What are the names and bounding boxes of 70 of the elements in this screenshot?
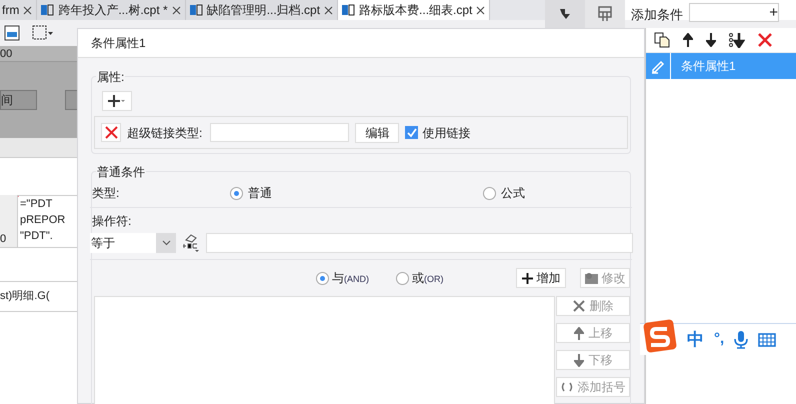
arrow-up-icon[interactable] (683, 33, 693, 47)
file-icon (190, 4, 203, 16)
radio-button[interactable] (483, 186, 496, 200)
tab-label: frm (2, 2, 20, 19)
logo-icon[interactable] (643, 318, 677, 354)
table-cell: 0 (0, 195, 18, 247)
query-button[interactable]: 间 (0, 90, 37, 110)
edit-button[interactable]: 编辑 (355, 122, 400, 142)
radio-label: 普通 (248, 185, 272, 202)
close-icon[interactable] (23, 6, 32, 14)
operator-dropdown[interactable]: 等于 (90, 233, 176, 253)
field-label: 超级链接类型: (127, 124, 202, 142)
condition-item[interactable]: 条件属性1 (646, 53, 796, 79)
plus-icon (108, 95, 126, 107)
close-icon[interactable] (476, 6, 486, 14)
punctuation-mode[interactable]: °, (714, 328, 724, 351)
close-icon (572, 300, 584, 312)
checkbox-label: 使用链接 (422, 124, 470, 142)
group-legend: 普通条件 (96, 163, 146, 181)
file-tab[interactable]: frm (0, 0, 38, 20)
panel-label: 添加条件 (631, 6, 683, 24)
arrow-down-icon[interactable] (706, 33, 716, 47)
group-legend: 属性: (96, 68, 126, 86)
checkbox[interactable] (405, 126, 418, 139)
bracket-icon (560, 382, 572, 392)
field-label: 操作符: (92, 213, 132, 230)
delete-button[interactable] (101, 123, 121, 142)
file-tab[interactable]: 路标版本费...细表.cpt (338, 0, 490, 20)
formula-text: ="PDT (20, 197, 54, 212)
radio-button[interactable] (316, 272, 329, 284)
input-mode[interactable]: 中 (687, 326, 704, 352)
formula-text: "PDT". (20, 229, 54, 244)
text-format-icon[interactable] (182, 233, 200, 253)
table-cell-text: st)明细.G( (0, 289, 50, 304)
close-icon (104, 126, 118, 139)
chevron-down-icon (162, 240, 170, 246)
radio-label: 公式 (501, 185, 525, 202)
radio-button[interactable] (230, 186, 243, 200)
field-label: 类型: (92, 185, 120, 202)
formula-text: pREPOR (20, 213, 66, 228)
copy-icon[interactable] (654, 32, 670, 48)
add-button[interactable]: 增加 (516, 268, 566, 288)
file-icon (342, 4, 356, 16)
close-icon[interactable] (324, 6, 334, 14)
file-tab[interactable]: 跨年投入产...树.cpt * (37, 0, 186, 20)
image-icon[interactable] (4, 25, 20, 41)
layout-icon[interactable] (585, 0, 625, 28)
move-bottom-icon[interactable] (729, 32, 745, 48)
add-dropdown-button[interactable] (102, 91, 132, 111)
keyboard-icon[interactable] (758, 332, 776, 346)
plus-icon (522, 272, 532, 284)
microphone-icon[interactable] (734, 330, 748, 348)
pencil-icon (650, 58, 666, 74)
radio-button[interactable] (396, 272, 409, 284)
file-icon (41, 4, 54, 16)
radio-label: 与(AND) (332, 270, 369, 287)
value-field[interactable] (206, 233, 633, 253)
add-condition-field[interactable]: + (689, 3, 779, 22)
tab-label: 跨年投入产...树.cpt * (58, 2, 168, 19)
delete-icon[interactable] (758, 33, 772, 47)
border-icon[interactable] (32, 25, 54, 41)
link-type-field[interactable] (210, 123, 350, 142)
arrow-up-icon (574, 326, 584, 340)
tab-label: 路标版本费...细表.cpt (359, 2, 472, 19)
radio-label: 或(OR) (412, 270, 444, 287)
tab-label: 缺陷管理明...归档.cpt (206, 2, 320, 19)
close-icon[interactable] (172, 6, 181, 14)
arrow-down-icon (574, 354, 584, 366)
file-tab[interactable]: 缺陷管理明...归档.cpt (186, 0, 338, 20)
pointer-icon[interactable] (545, 0, 585, 28)
